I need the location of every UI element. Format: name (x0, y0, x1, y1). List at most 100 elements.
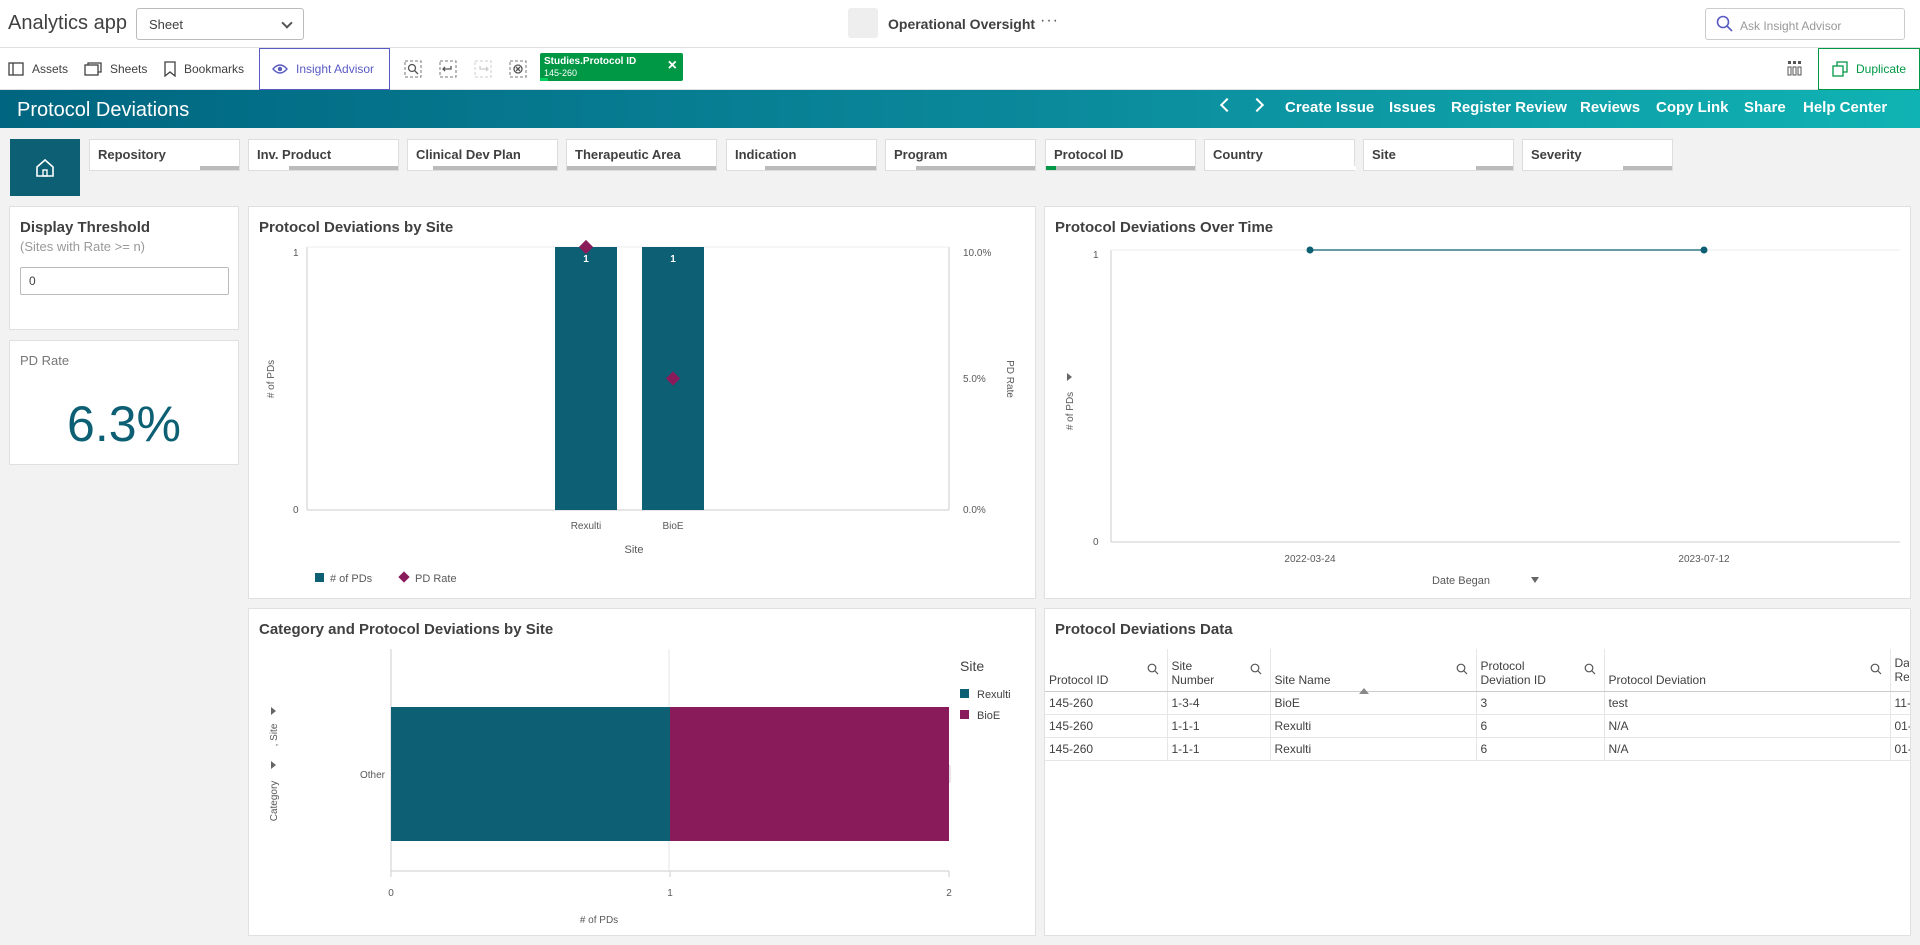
clear-selections-icon[interactable] (507, 58, 529, 80)
issues-link[interactable]: Issues (1389, 99, 1436, 116)
kpi-value: 6.3% (67, 396, 181, 452)
col-label: Site Name (1274, 672, 1331, 687)
y2-axis-label: PD Rate (1004, 360, 1015, 398)
smart-search-icon[interactable] (402, 58, 424, 80)
legend-label[interactable]: BioE (977, 710, 1000, 722)
register-review-link[interactable]: Register Review (1451, 99, 1567, 116)
kpi-label: PD Rate (20, 353, 70, 368)
y-tick: 0 (293, 505, 299, 516)
selection-chip[interactable]: Studies.Protocol ID 145-260 × (540, 53, 683, 81)
sheet-banner: Protocol Deviations Create Issue Issues … (0, 90, 1920, 128)
expand-axis-icon[interactable] (1067, 373, 1072, 381)
search-icon[interactable] (1870, 663, 1882, 675)
filter-indication[interactable]: Indication (726, 139, 877, 171)
legend-swatch-pds (315, 573, 324, 582)
chevron-left-icon[interactable] (1219, 97, 1235, 113)
col-header-protocol-id[interactable]: Protocol ID (1045, 649, 1168, 692)
table-cell[interactable]: BioE (1270, 691, 1477, 715)
filter-clinical-dev-plan[interactable]: Clinical Dev Plan (407, 139, 558, 171)
filter-country[interactable]: Country (1204, 139, 1356, 171)
duplicate-button[interactable]: Duplicate (1818, 48, 1920, 90)
table-cell[interactable]: 1-3-4 (1167, 691, 1271, 715)
reviews-link[interactable]: Reviews (1580, 99, 1640, 116)
table-cell[interactable]: 3 (1476, 691, 1605, 715)
chevron-right-icon[interactable] (1249, 97, 1265, 113)
step-forward-icon[interactable] (472, 58, 494, 80)
sheet-thumbnail (848, 8, 878, 38)
category-by-site-svg[interactable]: # of PDs , Site Category Site Rexulti Bi… (249, 609, 1035, 935)
filter-program[interactable]: Program (885, 139, 1036, 171)
table-cell[interactable]: 145-260 (1045, 737, 1168, 761)
table-cell[interactable]: 6 (1476, 737, 1605, 761)
pd-over-time-svg[interactable]: 1 0 # of PDs Date Began 2022-03-24 2023-0… (1045, 207, 1910, 598)
expand-axis-icon[interactable] (271, 761, 276, 769)
view-select[interactable]: Sheet (136, 8, 304, 40)
col-header-site-number[interactable]: Site Number (1167, 649, 1271, 692)
table-cell[interactable]: Rexulti (1270, 714, 1477, 738)
dropdown-icon[interactable] (1531, 577, 1539, 583)
filter-therapeutic-area[interactable]: Therapeutic Area (566, 139, 717, 171)
threshold-input[interactable]: 0 (20, 267, 229, 295)
search-icon[interactable] (1147, 663, 1159, 675)
bookmarks-button[interactable]: Bookmarks (156, 48, 252, 90)
sheets-button[interactable]: Sheets (76, 48, 155, 90)
col-header-date-received[interactable]: Dat Rec (1890, 649, 1910, 692)
table-cell[interactable]: 6 (1476, 714, 1605, 738)
search-icon[interactable] (1250, 663, 1262, 675)
pd-by-site-svg[interactable]: 1 0 10.0% 5.0% 0.0% # of PDs PD Rate Sit… (249, 207, 1035, 598)
table-cell[interactable]: 01- (1890, 737, 1910, 761)
insight-advisor-label: Insight Advisor (296, 62, 375, 76)
table-cell[interactable]: N/A (1604, 737, 1891, 761)
search-icon[interactable] (1456, 663, 1468, 675)
step-back-icon[interactable] (437, 58, 459, 80)
table-cell[interactable]: 1-1-1 (1167, 714, 1271, 738)
filter-severity[interactable]: Severity (1522, 139, 1673, 171)
selection-field: Studies.Protocol ID (544, 56, 637, 67)
filter-site[interactable]: Site (1363, 139, 1514, 171)
table-cell[interactable]: 145-260 (1045, 691, 1168, 715)
col-header-site-name[interactable]: Site Name (1270, 649, 1477, 694)
help-center-link[interactable]: Help Center (1803, 99, 1887, 116)
sheets-icon (84, 62, 102, 76)
filter-repository[interactable]: Repository (89, 139, 240, 171)
filter-inv-product[interactable]: Inv. Product (248, 139, 399, 171)
copy-link-link[interactable]: Copy Link (1656, 99, 1729, 116)
table-cell[interactable]: 145-260 (1045, 714, 1168, 738)
filter-state-bar (727, 166, 876, 170)
insight-advisor-button[interactable]: Insight Advisor (259, 48, 390, 90)
filter-protocol-id[interactable]: Protocol ID (1045, 139, 1196, 171)
table-cell[interactable]: 01- (1890, 714, 1910, 738)
sheet-name[interactable]: Operational Oversight (888, 16, 1035, 32)
bar-rexulti[interactable] (555, 247, 617, 510)
more-options-icon[interactable]: ··· (1040, 12, 1059, 30)
share-link[interactable]: Share (1744, 99, 1786, 116)
create-issue-link[interactable]: Create Issue (1285, 99, 1374, 116)
bar-segment-bioe[interactable] (670, 707, 949, 841)
assets-button[interactable]: Assets (0, 48, 76, 90)
table-cell[interactable]: 1-1-1 (1167, 737, 1271, 761)
col-header-protocol-deviation-id[interactable]: Protocol Deviation ID (1476, 649, 1605, 692)
duplicate-icon (1832, 61, 1848, 77)
legend-label[interactable]: Rexulti (977, 689, 1011, 701)
col-header-protocol-deviation[interactable]: Protocol Deviation (1604, 649, 1891, 692)
display-threshold-card: Display Threshold (Sites with Rate >= n)… (9, 206, 239, 330)
ask-insight-input[interactable]: Ask Insight Advisor (1705, 8, 1905, 40)
y-axis-label: # of PDs (1065, 392, 1076, 430)
bar-segment-rexulti[interactable] (391, 707, 670, 841)
grid-icon[interactable] (1787, 60, 1803, 81)
y-tick: Other (360, 770, 386, 781)
data-point[interactable] (1306, 246, 1314, 254)
close-icon[interactable]: × (668, 57, 677, 75)
search-icon[interactable] (1584, 663, 1596, 675)
table-cell[interactable]: N/A (1604, 714, 1891, 738)
table-row[interactable]: 145-260 1-3-4 BioE 3 test 11- (1045, 691, 1910, 715)
table-cell[interactable]: 11- (1890, 691, 1910, 715)
table-cell[interactable]: Rexulti (1270, 737, 1477, 761)
table-cell[interactable]: test (1604, 691, 1891, 715)
col-label: Protocol Deviation (1608, 672, 1706, 687)
expand-axis-icon[interactable] (271, 707, 276, 715)
home-button[interactable] (10, 139, 80, 196)
table-row[interactable]: 145-2601-1-1Rexulti6N/A01- (1045, 714, 1910, 738)
table-row[interactable]: 145-2601-1-1Rexulti6N/A01- (1045, 737, 1910, 761)
data-point[interactable] (1700, 246, 1708, 254)
